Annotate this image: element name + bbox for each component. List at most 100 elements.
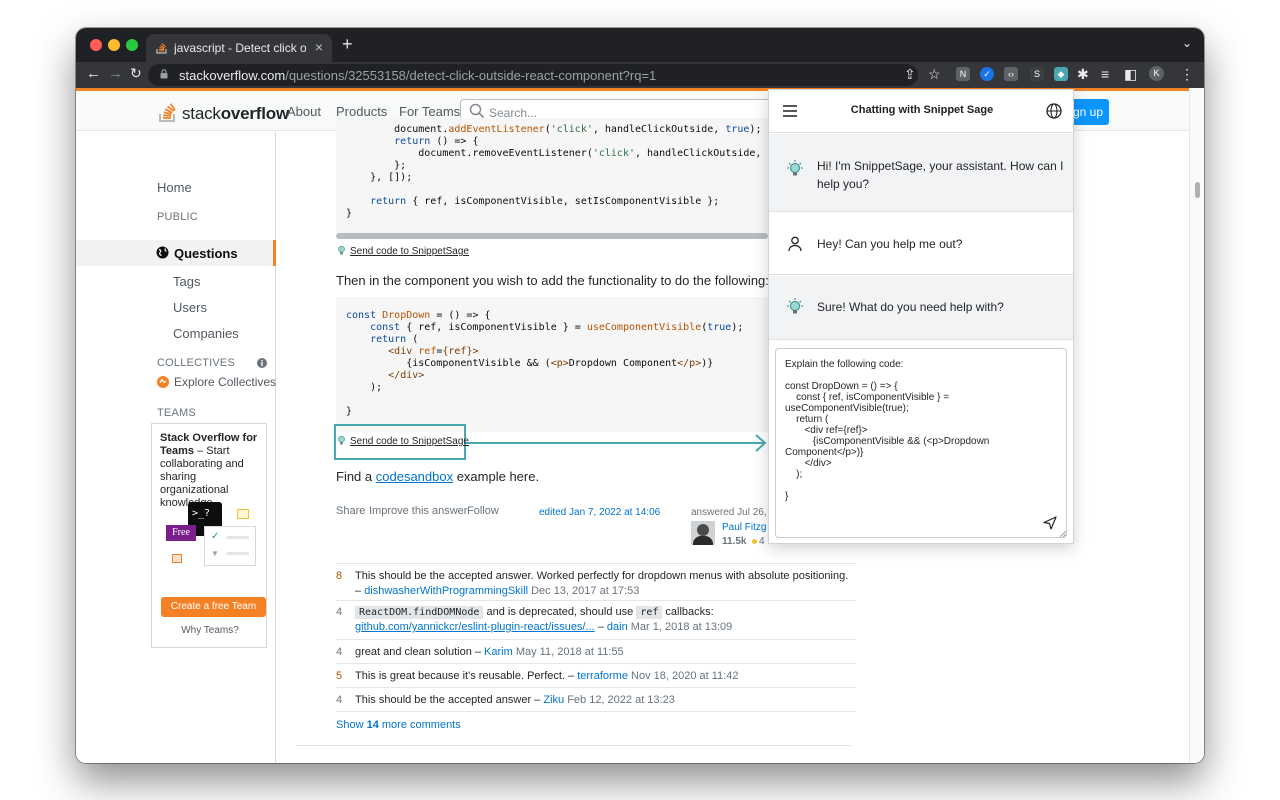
comment-user-link[interactable]: dishwasherWithProgrammingSkill xyxy=(364,585,528,597)
code-block-2: const DropDown = () => { const { ref, is… xyxy=(336,297,768,432)
comment-item: 5 This is great because it's reusable. P… xyxy=(336,670,739,682)
address-bar[interactable]: stackoverflow.com/questions/32553158/det… xyxy=(148,64,918,86)
follow-link[interactable]: Follow xyxy=(467,505,499,517)
close-tab-icon[interactable]: × xyxy=(315,39,323,55)
nav-products[interactable]: Products xyxy=(336,104,387,119)
browser-tab-active[interactable]: javascript - Detect click outside × xyxy=(146,34,332,62)
codesandbox-link[interactable]: codesandbox xyxy=(376,469,453,484)
send-to-snippetsage-link-1[interactable]: Send code to SnippetSage xyxy=(338,246,469,257)
check-icon: ✓ xyxy=(211,531,220,542)
tab-search-chevron-icon[interactable]: ⌄ xyxy=(1182,36,1192,50)
sidebar-item-label: Questions xyxy=(174,246,238,261)
vpn-extension-icon[interactable]: ✓ xyxy=(980,67,994,81)
user-avatar-icon xyxy=(788,236,802,252)
user-reputation: 11.5k xyxy=(722,536,747,547)
comments-divider xyxy=(336,563,856,564)
bookmark-star-icon[interactable]: ☆ xyxy=(928,66,941,83)
comment-user-link[interactable]: terraforme xyxy=(577,670,628,682)
resize-handle-icon[interactable] xyxy=(1060,531,1066,537)
maximize-window-button[interactable] xyxy=(126,39,138,51)
comment-user-link[interactable]: dain xyxy=(607,621,628,633)
comment-score: 4 xyxy=(336,694,343,706)
back-arrow-icon[interactable]: ← xyxy=(86,65,101,82)
nav-about[interactable]: About xyxy=(287,104,321,119)
stackoverflow-logo-icon xyxy=(159,103,176,122)
signup-button[interactable]: gn up xyxy=(1069,99,1109,125)
share-link[interactable]: Share xyxy=(336,505,365,517)
teams-illustration: >_? Free ✓ ▼ xyxy=(166,502,256,572)
snippetsage-avatar-icon xyxy=(787,160,803,176)
url-text: stackoverflow.com/questions/32553158/det… xyxy=(179,68,657,83)
sidebar-item-companies[interactable]: Companies xyxy=(173,326,239,341)
comment-score: 5 xyxy=(336,670,343,682)
browser-window: javascript - Detect click outside × + ⌄ … xyxy=(76,28,1204,763)
chat-message-text: Hi! I'm SnippetSage, your assistant. How… xyxy=(817,159,1064,191)
lightbulb-icon xyxy=(338,246,345,255)
nav-for-teams[interactable]: For Teams xyxy=(399,104,460,119)
chat-title: Chatting with Snippet Sage xyxy=(850,104,994,116)
code-scrollbar[interactable] xyxy=(336,233,768,239)
chat-message-text: Hey! Can you help me out? xyxy=(817,237,963,251)
sidebar-item-tags[interactable]: Tags xyxy=(173,274,200,289)
s-extension-icon[interactable]: S xyxy=(1030,67,1044,81)
reload-icon[interactable]: ↻ xyxy=(130,65,142,82)
sidebar-item-home[interactable]: Home xyxy=(157,180,192,195)
share-icon[interactable]: ⇪ xyxy=(904,66,916,83)
comment-user-link[interactable]: Karim xyxy=(484,646,513,658)
reading-list-icon[interactable]: ≡ xyxy=(1101,66,1109,82)
search-icon xyxy=(469,103,485,119)
comment-divider xyxy=(336,663,856,664)
sidebar-item-users[interactable]: Users xyxy=(173,300,207,315)
comment-item: 4 This should be the accepted answer – Z… xyxy=(336,694,675,706)
comment-date: Mar 1, 2018 at 13:09 xyxy=(630,621,733,633)
sidebar-teams-heading: TEAMS xyxy=(157,407,196,419)
why-teams-link[interactable]: Why Teams? xyxy=(152,625,268,636)
extensions-puzzle-icon[interactable]: ✱ xyxy=(1077,66,1089,83)
improve-answer-link[interactable]: Improve this answer xyxy=(369,505,467,517)
edited-timestamp-link[interactable]: edited Jan 7, 2022 at 14:06 xyxy=(539,507,660,518)
teams-promo-text: Stack Overflow for Teams – Start collabo… xyxy=(160,432,258,509)
send-to-snippetsage-link-2[interactable]: Send code to SnippetSage xyxy=(338,436,469,447)
devtools-extension-icon[interactable]: ‹› xyxy=(1004,67,1018,81)
new-tab-button[interactable]: + xyxy=(342,34,353,55)
send-icon[interactable] xyxy=(1043,516,1057,530)
user-avatar[interactable] xyxy=(691,521,715,545)
globe-language-icon[interactable] xyxy=(1046,103,1062,119)
sidepanel-icon[interactable]: ◧ xyxy=(1124,66,1137,83)
browser-menu-icon[interactable]: ⋮ xyxy=(1180,66,1194,83)
sidebar-item-questions[interactable]: Questions xyxy=(76,240,276,266)
sidebar-item-explore-collectives[interactable]: Explore Collectives xyxy=(174,375,276,389)
page-scrollbar-thumb[interactable] xyxy=(1195,182,1200,198)
info-icon[interactable] xyxy=(257,358,267,368)
comment-code: ReactDOM.findDOMNode xyxy=(355,606,484,619)
chat-header: Chatting with Snippet Sage xyxy=(769,90,1073,133)
logo-text: stackoverflow xyxy=(182,104,289,123)
notion-extension-icon[interactable]: N xyxy=(956,67,970,81)
snippetsage-extension-icon[interactable]: ◆ xyxy=(1054,67,1068,81)
comment-text: great and clean solution xyxy=(355,646,472,658)
comment-score: 4 xyxy=(336,646,343,658)
globe-icon xyxy=(156,246,169,259)
arrow-to-chat-icon xyxy=(466,434,767,452)
speech-icon xyxy=(172,554,182,563)
github-issue-link[interactable]: github.com/yannickcr/eslint-plugin-react… xyxy=(355,621,595,633)
chat-message-user: Hey! Can you help me out? xyxy=(769,213,1073,275)
comment-user-link[interactable]: Ziku xyxy=(543,694,564,706)
tab-strip: javascript - Detect click outside × + ⌄ xyxy=(76,28,1204,62)
stackoverflow-favicon-icon xyxy=(156,43,167,54)
forward-arrow-icon[interactable]: → xyxy=(108,65,123,82)
user-name-link[interactable]: Paul Fitzg xyxy=(722,522,766,533)
comment-code: ref xyxy=(636,606,663,619)
minimize-window-button[interactable] xyxy=(108,39,120,51)
browser-toolbar: ← → ↻ stackoverflow.com/questions/325531… xyxy=(76,62,1204,88)
comment-date: May 11, 2018 at 11:55 xyxy=(515,646,624,658)
comment-item: 4 ReactDOM.findDOMNode and is deprecated… xyxy=(336,606,733,633)
show-more-comments-link[interactable]: Show 14 more comments xyxy=(336,718,856,734)
comment-score: 8 xyxy=(336,570,343,582)
chat-message-input[interactable]: Explain the following code: const DropDo… xyxy=(775,348,1067,538)
page-scrollbar[interactable] xyxy=(1189,88,1204,763)
close-window-button[interactable] xyxy=(90,39,102,51)
profile-avatar[interactable]: K xyxy=(1149,66,1164,81)
comment-text: This is great because it's reusable. Per… xyxy=(355,670,565,682)
create-free-team-button[interactable]: Create a free Team xyxy=(161,597,266,617)
